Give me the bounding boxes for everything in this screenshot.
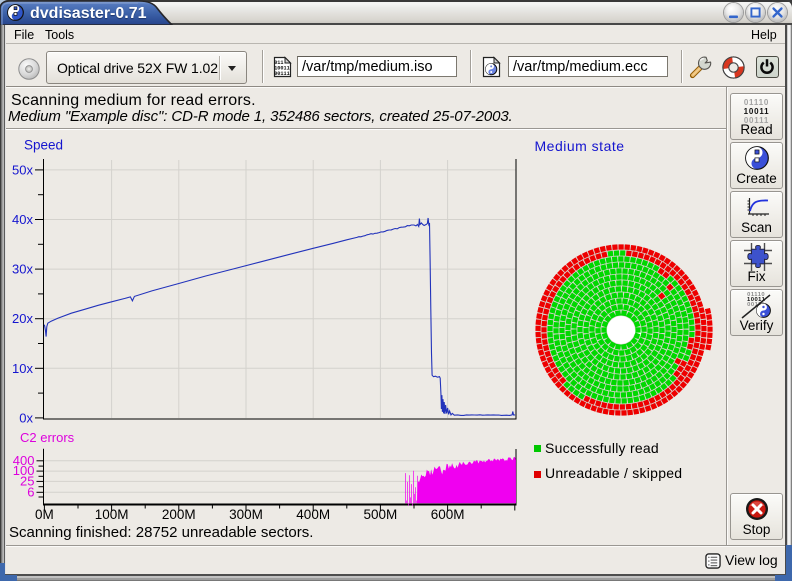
svg-text:300M: 300M bbox=[229, 507, 263, 522]
svg-text:100M: 100M bbox=[95, 507, 129, 522]
svg-text:200M: 200M bbox=[162, 507, 196, 522]
svg-text:400M: 400M bbox=[296, 507, 330, 522]
svg-text:6: 6 bbox=[27, 484, 34, 499]
svg-text:10x: 10x bbox=[12, 361, 33, 376]
svg-text:00111: 00111 bbox=[274, 71, 290, 77]
svg-text:C2 errors: C2 errors bbox=[20, 430, 75, 445]
svg-text:20x: 20x bbox=[12, 311, 33, 326]
svg-text:500M: 500M bbox=[364, 507, 398, 522]
svg-text:40x: 40x bbox=[12, 212, 33, 227]
svg-text:Scanning finished: 28752 unrea: Scanning finished: 28752 unreadable sect… bbox=[9, 524, 313, 541]
svg-text:50x: 50x bbox=[12, 162, 33, 177]
svg-text:0x: 0x bbox=[19, 410, 33, 425]
svg-text:Speed: Speed bbox=[24, 138, 63, 153]
svg-text:600M: 600M bbox=[431, 507, 465, 522]
svg-text:30x: 30x bbox=[12, 262, 33, 277]
svg-text:0M: 0M bbox=[35, 507, 54, 522]
